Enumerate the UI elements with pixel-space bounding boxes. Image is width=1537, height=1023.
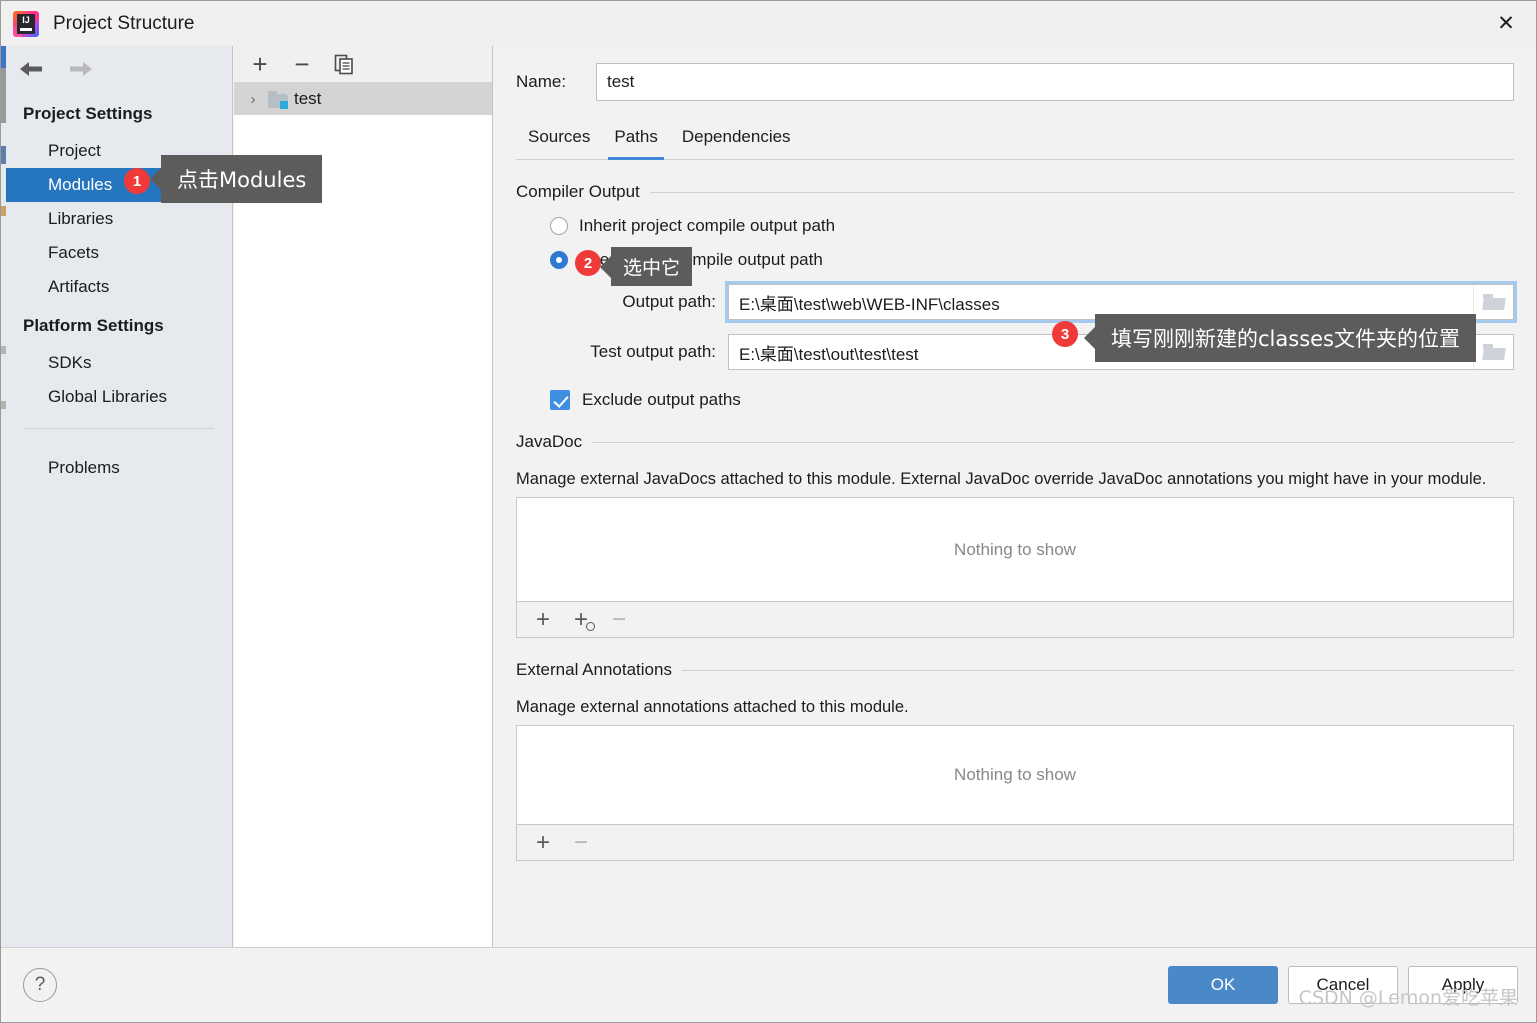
inherit-output-path-radio[interactable] — [550, 217, 568, 235]
exclude-output-paths-row[interactable]: Exclude output paths — [550, 390, 1514, 410]
tab-dependencies[interactable]: Dependencies — [670, 127, 803, 159]
javadoc-empty-text: Nothing to show — [954, 539, 1076, 559]
section-rule — [681, 669, 1514, 671]
section-rule — [649, 191, 1514, 193]
ok-button[interactable]: OK — [1168, 965, 1278, 1004]
sidebar-item-facets[interactable]: Facets — [6, 236, 232, 270]
intellij-idea-logo-icon: IJ — [13, 10, 39, 37]
sidebar-group-project-settings: Project Settings — [23, 104, 153, 123]
logo-text: IJ — [22, 14, 30, 25]
arrow-left-icon[interactable] — [16, 54, 46, 84]
copy-icon[interactable] — [330, 50, 358, 78]
module-name-label: Name: — [516, 72, 567, 91]
tree-row-label: test — [294, 89, 322, 108]
external-annotations-title: External Annotations — [516, 660, 672, 679]
add-module-button[interactable]: + — [246, 50, 274, 78]
sidebar-item-artifacts[interactable]: Artifacts — [6, 270, 232, 304]
javadoc-description: Manage external JavaDocs attached to thi… — [516, 470, 1487, 488]
annotation-callout-2: 选中它 — [611, 247, 693, 286]
external-annotations-section-header: External Annotations — [516, 660, 1514, 680]
section-rule — [592, 441, 1514, 443]
module-tabs: Sources Paths Dependencies — [516, 112, 1514, 160]
exclude-output-paths-label: Exclude output paths — [582, 390, 741, 409]
add-url-icon[interactable]: + — [569, 607, 595, 632]
folder-browse-icon — [1481, 344, 1506, 360]
output-path-browse-button[interactable] — [1473, 285, 1513, 319]
javadoc-list[interactable]: Nothing to show — [516, 497, 1514, 602]
use-module-output-path-radio[interactable] — [550, 251, 568, 269]
module-name-input[interactable] — [596, 63, 1514, 101]
output-path-label: Output path: — [622, 292, 716, 311]
annotation-callout-3: 填写刚刚新建的classes文件夹的位置 — [1095, 314, 1476, 362]
watermark: CSDN @Lemon爱吃苹果 — [1298, 987, 1518, 1009]
arrow-right-icon — [66, 54, 96, 84]
tab-sources[interactable]: Sources — [516, 127, 602, 159]
close-icon[interactable]: ✕ — [1476, 1, 1536, 45]
test-output-path-label: Test output path: — [590, 342, 716, 361]
sidebar-item-sdks[interactable]: SDKs — [6, 346, 232, 380]
compiler-output-title: Compiler Output — [516, 182, 640, 201]
external-annotations-remove-button: − — [573, 828, 588, 856]
compiler-output-section-header: Compiler Output — [516, 182, 1514, 202]
exclude-output-paths-checkbox[interactable] — [550, 390, 570, 410]
annotation-badge-3: 3 — [1052, 321, 1078, 347]
javadoc-list-toolbar: + + − — [516, 602, 1514, 638]
sidebar-item-problems[interactable]: Problems — [6, 451, 232, 485]
tree-row[interactable]: › test — [234, 83, 492, 115]
tab-paths[interactable]: Paths — [602, 127, 669, 160]
external-annotations-empty-text: Nothing to show — [954, 765, 1076, 784]
project-structure-dialog: IJ Project Structure ✕ Project Settings … — [0, 0, 1537, 1023]
inherit-output-path-radio-row[interactable]: Inherit project compile output path — [550, 216, 1514, 236]
external-annotations-list[interactable]: Nothing to show — [516, 725, 1514, 825]
logo-bar — [20, 27, 32, 31]
dialog-title: Project Structure — [53, 12, 195, 34]
test-output-path-browse-button[interactable] — [1473, 335, 1513, 369]
folder-browse-icon — [1481, 294, 1506, 310]
navigation-arrows — [6, 46, 232, 92]
help-button[interactable]: ? — [23, 967, 57, 1002]
external-annotations-description: Manage external annotations attached to … — [516, 698, 909, 716]
title-bar: IJ Project Structure ✕ — [1, 1, 1536, 46]
annotation-badge-1: 1 — [124, 168, 150, 194]
sidebar-item-global-libraries[interactable]: Global Libraries — [6, 380, 232, 414]
javadoc-title: JavaDoc — [516, 432, 583, 451]
inherit-output-path-label: Inherit project compile output path — [579, 216, 836, 235]
javadoc-add-button[interactable]: + — [531, 607, 555, 632]
external-annotations-add-button[interactable]: + — [531, 830, 555, 855]
module-folder-icon — [268, 90, 288, 109]
chevron-right-icon[interactable]: › — [244, 91, 262, 108]
annotation-callout-1: 点击Modules — [161, 155, 323, 203]
sidebar-group-platform-settings: Platform Settings — [23, 316, 164, 335]
javadoc-remove-button: − — [611, 605, 626, 633]
external-annotations-list-toolbar: + − — [516, 825, 1514, 861]
module-settings-panel: Name: Sources Paths Dependencies Compile… — [494, 46, 1536, 949]
sidebar-item-libraries[interactable]: Libraries — [6, 202, 232, 236]
use-module-output-path-radio-row[interactable]: Use module compile output path — [550, 250, 1514, 270]
remove-module-button[interactable]: − — [288, 50, 316, 78]
module-tree-toolbar: + − — [234, 46, 492, 83]
module-name-row: Name: — [516, 46, 1514, 106]
javadoc-section-header: JavaDoc — [516, 432, 1514, 452]
annotation-badge-2: 2 — [575, 250, 601, 276]
